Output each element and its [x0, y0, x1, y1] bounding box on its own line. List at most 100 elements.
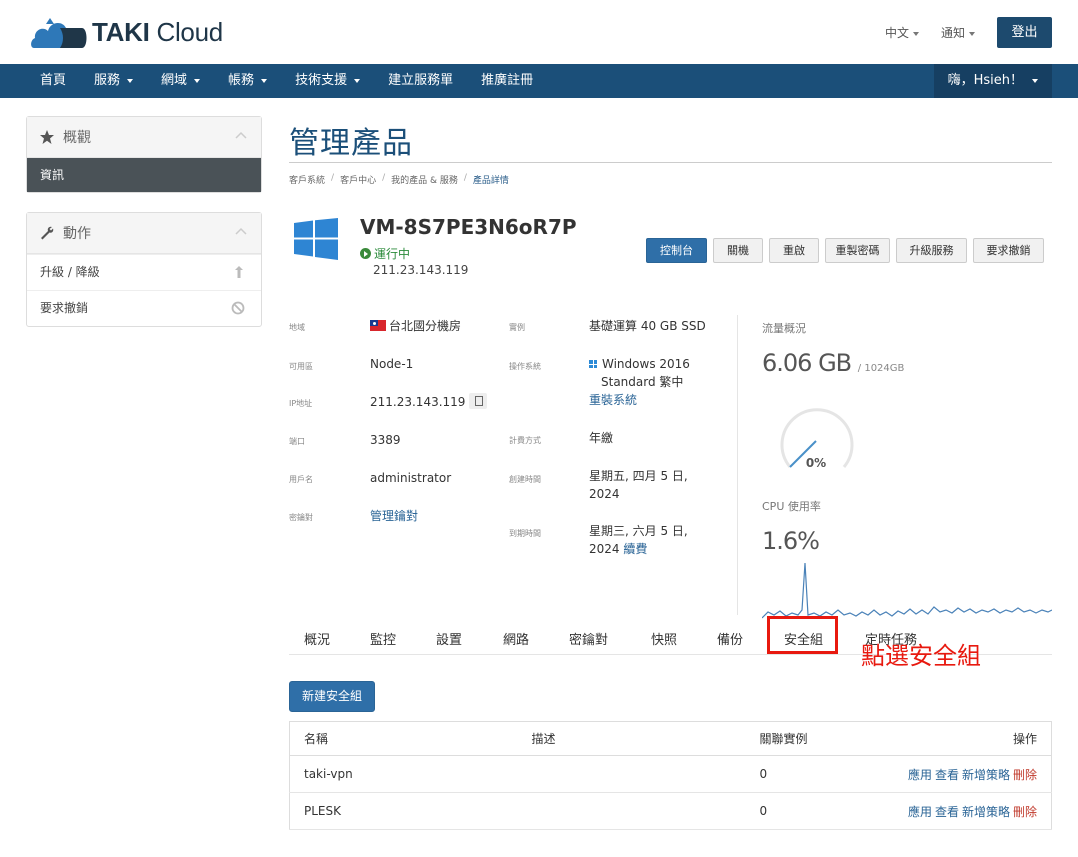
tab-backup[interactable]: 備份	[717, 629, 743, 648]
billing-value: 年繳	[589, 431, 614, 445]
sg-description	[517, 755, 746, 793]
sg-name: taki-vpn	[289, 755, 518, 793]
apply-link[interactable]: 應用	[908, 805, 932, 819]
created-label: 創建時間	[509, 475, 541, 484]
port-label: 端口	[289, 437, 305, 446]
add-rule-link[interactable]: 新增策略	[962, 768, 1010, 782]
sg-instance-count: 0	[745, 792, 886, 830]
col-actions: 操作	[885, 721, 1052, 756]
upgrade-service-button[interactable]: 升級服務	[896, 238, 967, 263]
shutdown-button[interactable]: 關機	[713, 238, 763, 263]
windows-icon	[589, 360, 597, 368]
vm-name: VM-8S7PE3N6oR7P	[360, 215, 577, 239]
cpu-sparkline	[762, 562, 1052, 619]
arrow-up-icon	[235, 266, 243, 278]
annotation-text: 點選安全組	[861, 642, 981, 670]
billing-label: 計費方式	[509, 436, 541, 445]
header: TAKI Cloud 中文 通知 登出	[0, 0, 1078, 64]
nav-item-4[interactable]: 技術支援	[281, 64, 374, 98]
chevron-down-icon	[1032, 78, 1038, 83]
breadcrumb: 客戶系統 / 客戶中心 / 我的產品 & 服務 / 產品詳情	[289, 173, 509, 186]
nav-item-6[interactable]: 推廣註冊	[467, 64, 547, 98]
username-label: 用戶名	[289, 475, 313, 484]
add-rule-link[interactable]: 新增策略	[962, 805, 1010, 819]
brand-name: TAKI Cloud	[92, 16, 223, 47]
nav-item-2[interactable]: 網域	[147, 64, 214, 98]
sidebar-item-info[interactable]: 資訊	[27, 158, 261, 192]
request-cancel-button[interactable]: 要求撤銷	[973, 238, 1044, 263]
instance-value: 基礎運算 40 GB SSD	[589, 319, 706, 333]
traffic-value: 6.06 GB / 1024GB	[762, 349, 905, 377]
copy-icon[interactable]	[469, 393, 488, 409]
logo[interactable]: TAKI Cloud	[30, 14, 223, 50]
breadcrumb-item[interactable]: 客戶中心	[340, 173, 376, 186]
sg-description	[517, 792, 746, 830]
star-icon	[40, 130, 54, 144]
overview-title: 概觀	[63, 130, 91, 146]
expire-value: 星期三, 六月 5 日, 2024 續費	[589, 524, 688, 556]
traffic-gauge: 0%	[780, 408, 854, 470]
tab-network[interactable]: 網路	[503, 629, 529, 648]
keypair-label: 密鑰對	[289, 513, 313, 522]
manage-keypair-link[interactable]: 管理鑰對	[370, 507, 418, 525]
actions-panel-header[interactable]: 動作	[27, 213, 261, 254]
cancel-label: 要求撤銷	[40, 301, 89, 315]
breadcrumb-item[interactable]: 客戶系統	[289, 173, 325, 186]
os-value: Windows 2016 Standard 繁中 重裝系統	[589, 357, 690, 409]
language-dropdown[interactable]: 中文	[885, 24, 919, 41]
cpu-label: CPU 使用率	[762, 500, 821, 513]
nav-item-1[interactable]: 服務	[80, 64, 147, 98]
cloud-logo-icon	[31, 18, 87, 48]
sidebar-item-upgrade[interactable]: 升級 / 降級	[27, 254, 261, 290]
overview-panel-header[interactable]: 概觀	[27, 117, 261, 158]
breadcrumb-item[interactable]: 我的產品 & 服務	[391, 173, 458, 186]
region-label: 地域	[289, 323, 305, 332]
tab-settings[interactable]: 設置	[436, 629, 462, 648]
nav-item-5[interactable]: 建立服務單	[374, 64, 467, 98]
view-link[interactable]: 查看	[935, 768, 959, 782]
taiwan-flag-icon	[370, 320, 386, 331]
sg-name: PLESK	[289, 792, 518, 830]
renew-link[interactable]: 續費	[623, 542, 647, 556]
reinstall-link[interactable]: 重裝系統	[589, 391, 690, 409]
tab-monitor[interactable]: 監控	[370, 629, 396, 648]
zone-value: Node-1	[370, 357, 414, 371]
col-instances: 關聯實例	[745, 721, 886, 756]
sidebar-actions-panel: 動作 升級 / 降級 要求撤銷	[26, 212, 262, 327]
notifications-dropdown[interactable]: 通知	[941, 24, 975, 41]
expire-label: 到期時間	[509, 529, 541, 538]
vm-action-buttons: 控制台 關機 重啟 重製密碼 升級服務 要求撤銷	[646, 238, 1044, 263]
running-icon	[360, 248, 371, 259]
sg-actions: 應用 查看 新增策略 刪除	[885, 755, 1052, 793]
vm-ip: 211.23.143.119	[373, 263, 469, 277]
actions-title: 動作	[63, 226, 91, 242]
ban-icon	[231, 301, 245, 315]
cpu-value: 1.6%	[762, 527, 820, 555]
highlight-annotation-box	[767, 616, 838, 654]
breadcrumb-current: 產品詳情	[472, 176, 509, 186]
tab-snapshots[interactable]: 快照	[651, 629, 677, 648]
chevron-up-icon	[235, 131, 247, 139]
reset-password-button[interactable]: 重製密碼	[825, 238, 890, 263]
sidebar-item-cancel[interactable]: 要求撤銷	[27, 290, 261, 326]
windows-logo-icon	[294, 218, 338, 260]
new-security-group-button[interactable]: 新建安全組	[289, 681, 375, 712]
console-button[interactable]: 控制台	[646, 238, 707, 263]
delete-link[interactable]: 刪除	[1013, 805, 1037, 819]
nav-item-3[interactable]: 帳務	[214, 64, 281, 98]
restart-button[interactable]: 重啟	[769, 238, 819, 263]
tab-overview[interactable]: 概況	[304, 629, 330, 648]
traffic-label: 流量概況	[762, 322, 806, 335]
apply-link[interactable]: 應用	[908, 768, 932, 782]
tab-keypairs[interactable]: 密鑰對	[569, 629, 608, 648]
delete-link[interactable]: 刪除	[1013, 768, 1037, 782]
nav-item-0[interactable]: 首頁	[26, 64, 80, 98]
sg-instance-count: 0	[745, 755, 886, 793]
logout-button[interactable]: 登出	[997, 17, 1052, 48]
page-title: 管理產品	[289, 126, 413, 161]
user-menu[interactable]: 嗨，Hsieh！	[933, 64, 1052, 98]
created-value: 星期五, 四月 5 日, 2024	[589, 469, 688, 501]
view-link[interactable]: 查看	[935, 805, 959, 819]
instance-label: 實例	[509, 323, 525, 332]
port-value: 3389	[370, 433, 401, 447]
